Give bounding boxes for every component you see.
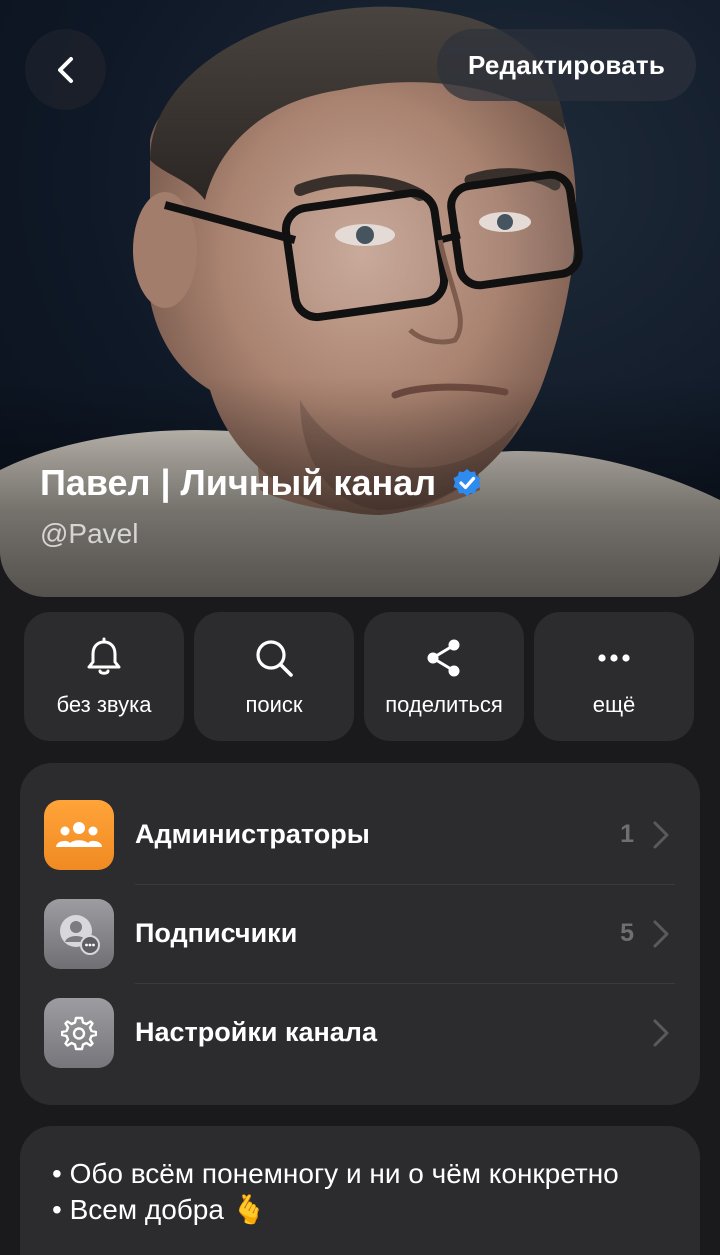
- edit-button[interactable]: Редактировать: [436, 29, 696, 101]
- channel-handle[interactable]: @Pavel: [40, 518, 138, 550]
- action-bar: без звука поиск поделиться ещё: [24, 612, 694, 741]
- search-icon: [256, 639, 293, 677]
- description-line: • Обо всём понемногу и ни о чём конкретн…: [52, 1158, 619, 1189]
- list-item-subscribers[interactable]: Подписчики 5: [20, 884, 700, 983]
- subscribers-icon: [44, 898, 114, 969]
- subscribers-label: Подписчики: [135, 918, 298, 948]
- share-label: поделиться: [385, 691, 503, 717]
- administrators-label: Администраторы: [135, 819, 370, 849]
- subscribers-count: 5: [620, 919, 634, 947]
- channel-description: • Обо всём понемногу и ни о чём конкретн…: [20, 1126, 700, 1255]
- list-item-channel-settings[interactable]: Настройки канала: [20, 983, 700, 1082]
- mute-label: без звука: [56, 691, 152, 717]
- verified-badge-icon: [453, 469, 481, 496]
- more-label: ещё: [592, 691, 636, 717]
- search-button[interactable]: поиск: [194, 612, 354, 741]
- more-button[interactable]: ещё: [534, 612, 694, 741]
- chevron-left-icon: [57, 56, 73, 83]
- chevron-right-icon: [653, 920, 669, 947]
- list-item-administrators[interactable]: Администраторы 1: [20, 785, 700, 884]
- gear-icon: [44, 997, 114, 1068]
- chevron-right-icon: [653, 1019, 669, 1046]
- channel-profile-screen: Редактировать Павел | Личный канал @Pave…: [0, 0, 720, 1255]
- chevron-right-icon: [653, 821, 669, 848]
- channel-settings-label: Настройки канала: [135, 1017, 377, 1047]
- more-dots-icon: [598, 653, 630, 662]
- admins-icon: [44, 799, 114, 870]
- mute-button[interactable]: без звука: [24, 612, 184, 741]
- channel-title: Павел | Личный канал: [40, 462, 482, 504]
- channel-menu-list: Администраторы 1 Подписчики 5 Настройки …: [20, 763, 700, 1105]
- channel-name: Павел | Личный канал: [40, 462, 437, 503]
- search-label: поиск: [245, 691, 303, 717]
- administrators-count: 1: [620, 820, 634, 848]
- share-icon: [427, 639, 460, 676]
- share-button[interactable]: поделиться: [364, 612, 524, 741]
- back-button[interactable]: [25, 29, 106, 110]
- bell-icon: [87, 637, 121, 675]
- description-line: • Всем добра 🫰: [52, 1194, 267, 1225]
